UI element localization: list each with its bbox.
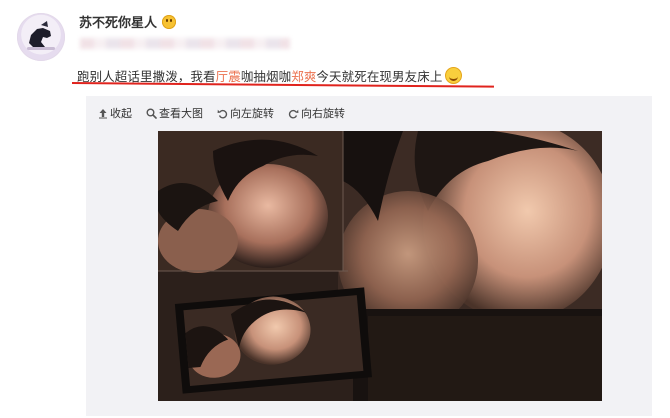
post-text-part-3: 今天就死在现男友床上 [316,69,443,84]
post-text-part-2: 咖抽烟咖 [240,69,292,84]
rotate-right-button[interactable]: 向右旋转 [288,105,345,121]
username-text[interactable]: 苏不死你星人 [79,16,157,31]
zoom-icon [146,108,157,119]
rotate-right-label: 向右旋转 [301,107,345,120]
collapse-label: 收起 [110,107,132,120]
photo-collage [158,131,602,401]
rotate-right-icon [288,109,299,118]
rotate-left-label: 向左旋转 [230,107,274,120]
post-text-highlight-2: 郑爽 [291,69,317,84]
image-toolbar: 收起 查看大图 向左旋转 向右旋转 [98,105,345,121]
post-image[interactable] [158,131,602,401]
rotate-left-icon [217,109,228,118]
collapse-button[interactable]: 收起 [98,105,132,121]
rotate-left-button[interactable]: 向左旋转 [217,105,274,121]
emoji-icon [162,15,177,29]
view-large-label: 查看大图 [159,107,203,120]
blurred-meta-line [80,38,290,49]
view-large-button[interactable]: 查看大图 [146,105,203,121]
avatar[interactable] [17,13,65,61]
post-text-highlight-1: 厅震 [215,69,241,84]
smile-emoji-icon [445,67,463,84]
avatar-image [27,21,55,50]
username[interactable]: 苏不死你星人 [79,12,177,31]
collapse-icon [99,108,107,118]
